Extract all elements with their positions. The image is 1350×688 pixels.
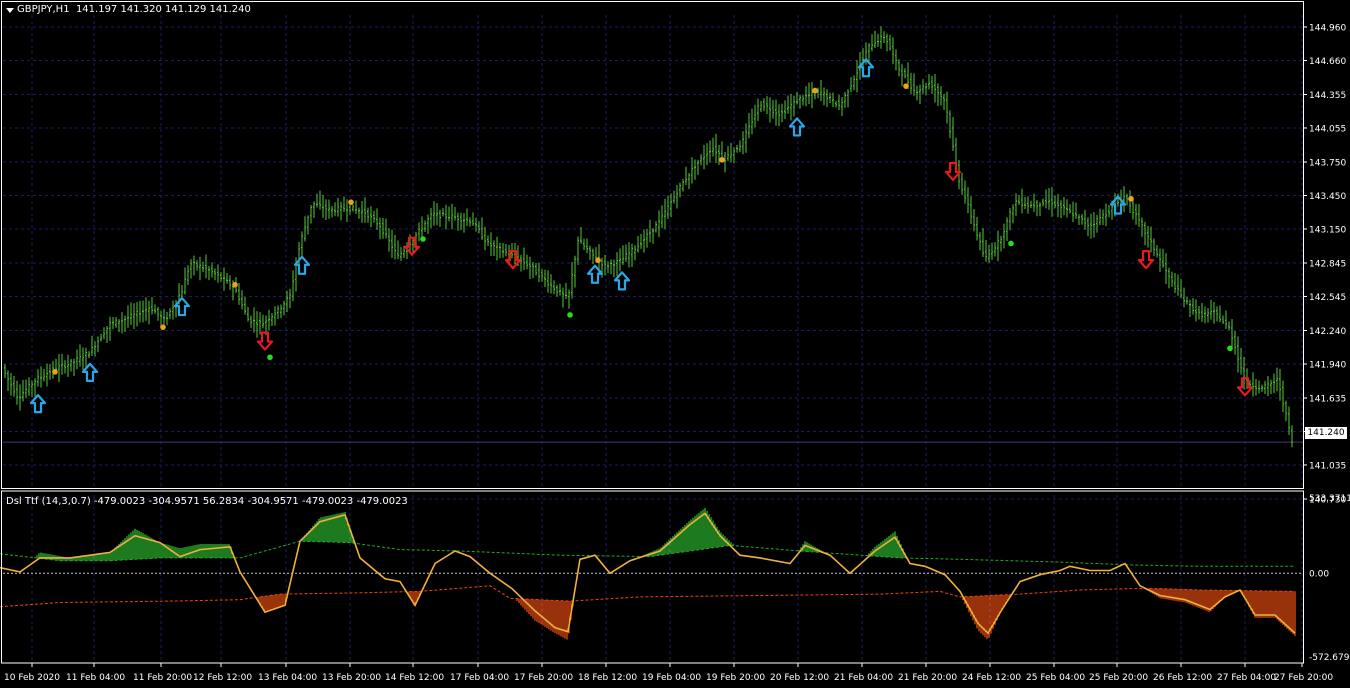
green-signal-dot <box>420 236 426 242</box>
x-tick-label: 11 Feb 04:00 <box>66 673 125 683</box>
x-tick-label: 14 Feb 12:00 <box>385 673 444 683</box>
x-tick-label: 24 Feb 12:00 <box>962 673 1021 683</box>
y-tick-label: 142.845 <box>1309 260 1346 270</box>
y-tick-label: 141.035 <box>1309 461 1346 471</box>
orange-signal-dot <box>52 368 58 375</box>
x-tick-label: 12 Feb 12:00 <box>193 673 252 683</box>
orange-signal-dot <box>719 156 725 163</box>
symbol-label: GBPJPY,H1 <box>17 4 70 15</box>
y-tick-label: 142.240 <box>1309 327 1346 337</box>
oscillator-y-tick-label: 0.00 <box>1309 569 1329 579</box>
collapse-triangle-icon[interactable] <box>6 8 14 13</box>
y-tick-label: 141.940 <box>1309 360 1346 370</box>
x-tick-label: 20 Feb 12:00 <box>770 673 829 683</box>
x-tick-label: 21 Feb 04:00 <box>834 673 893 683</box>
x-tick-label: 27 Feb 20:00 <box>1274 673 1333 683</box>
x-tick-label: 25 Feb 20:00 <box>1089 673 1148 683</box>
orange-signal-dot <box>812 87 818 94</box>
x-tick-label: 19 Feb 20:00 <box>706 673 765 683</box>
x-tick-label: 13 Feb 04:00 <box>258 673 317 683</box>
oscillator-y-tick-label: 533.3711 <box>1309 494 1350 504</box>
y-tick-label: 143.450 <box>1309 192 1346 202</box>
orange-signal-dot <box>348 199 354 205</box>
y-tick-label: 144.355 <box>1309 91 1346 101</box>
y-tick-label: 144.960 <box>1309 24 1346 34</box>
symbol-header: GBPJPY,H1 141.197 141.320 141.129 141.24… <box>17 4 251 15</box>
x-tick-label: 27 Feb 04:00 <box>1217 673 1276 683</box>
x-tick-label: 18 Feb 12:00 <box>578 673 637 683</box>
x-tick-label: 21 Feb 20:00 <box>898 673 957 683</box>
x-tick-label: 10 Feb 2020 <box>4 673 60 683</box>
x-tick-label: 13 Feb 20:00 <box>322 673 381 683</box>
orange-signal-dot <box>232 281 238 288</box>
green-signal-dot <box>1227 345 1233 352</box>
green-signal-dot <box>1008 240 1014 247</box>
orange-signal-dot <box>903 83 909 89</box>
green-signal-dot <box>567 312 573 318</box>
green-signal-dot <box>267 354 273 361</box>
orange-signal-dot <box>595 257 601 264</box>
y-tick-label: 144.055 <box>1309 124 1346 134</box>
y-tick-label: 143.150 <box>1309 225 1346 235</box>
indicator-header: Dsl Ttf (14,3,0.7) -479.0023 -304.9571 5… <box>6 496 408 507</box>
y-tick-label: 144.660 <box>1309 57 1346 67</box>
x-tick-label: 17 Feb 04:00 <box>450 673 509 683</box>
current-price-tag: 141.240 <box>1305 427 1347 439</box>
y-tick-label: 142.545 <box>1309 293 1346 303</box>
orange-signal-dot <box>1128 196 1134 202</box>
x-tick-label: 25 Feb 04:00 <box>1026 673 1085 683</box>
x-tick-label: 11 Feb 20:00 <box>133 673 192 683</box>
background <box>0 0 1350 688</box>
x-tick-label: 26 Feb 12:00 <box>1153 673 1212 683</box>
chart-stage: 144.960 144.660 144.355 144.055 143.750 143.4… <box>0 0 1350 688</box>
y-tick-label: 141.635 <box>1309 395 1346 405</box>
orange-signal-dot <box>160 324 166 330</box>
ohlc-values: 141.197 141.320 141.129 141.240 <box>75 4 251 15</box>
y-tick-label: 143.750 <box>1309 159 1346 169</box>
x-tick-label: 19 Feb 04:00 <box>642 673 701 683</box>
x-tick-label: 17 Feb 20:00 <box>514 673 573 683</box>
oscillator-y-tick-label: -572.6794 <box>1309 653 1350 663</box>
